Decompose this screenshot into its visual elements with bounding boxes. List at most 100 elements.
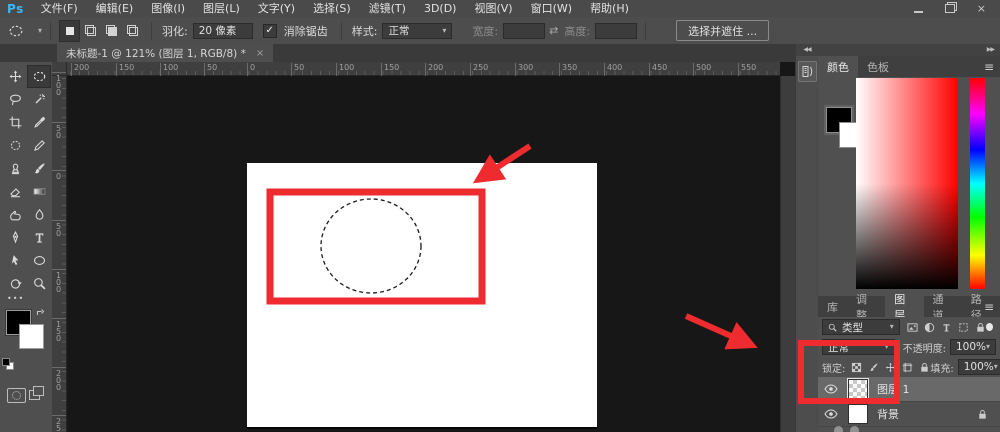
quick-mask-button[interactable] <box>7 388 26 403</box>
antialias-checkbox[interactable]: ✓ <box>263 24 277 38</box>
select-and-mask-button[interactable]: 选择并遮住 ... <box>676 20 769 41</box>
visibility-eye-icon[interactable] <box>824 383 844 395</box>
pen-tool[interactable] <box>4 227 26 248</box>
restore-button[interactable] <box>945 4 955 13</box>
gradient-tool[interactable] <box>28 181 50 202</box>
lock-position-button[interactable] <box>885 362 896 373</box>
visibility-eye-icon[interactable] <box>824 408 844 420</box>
menu-item-7[interactable]: 3D(D) <box>415 0 466 17</box>
vertical-ruler[interactable]: 10050050100150200250 <box>52 76 67 432</box>
panel-menu-icon[interactable]: ≡ <box>984 296 994 317</box>
layer-thumbnail[interactable] <box>848 379 868 399</box>
lock-all-button[interactable] <box>919 362 930 373</box>
default-colors-icon[interactable] <box>1 358 13 369</box>
selection-mode-buttons <box>59 21 143 41</box>
footer-icon[interactable] <box>850 426 859 432</box>
minimize-button[interactable] <box>914 11 923 13</box>
ruler-label: 150 <box>119 63 134 72</box>
type-tool[interactable] <box>28 227 50 248</box>
shape-layers-filter-icon[interactable] <box>958 322 969 333</box>
filter-toggle[interactable] <box>986 323 993 331</box>
lock-transparent-pixels-button[interactable] <box>851 362 862 373</box>
add-to-selection-button[interactable] <box>81 21 100 41</box>
saturation-brightness-picker[interactable] <box>856 78 958 289</box>
menu-item-6[interactable]: 滤镜(T) <box>360 0 415 17</box>
ruler-label: 400 <box>607 63 622 72</box>
height-input[interactable] <box>595 23 637 39</box>
panel-menu-icon[interactable]: ≡ <box>984 56 994 77</box>
pixel-layers-filter-icon[interactable] <box>907 322 918 333</box>
layer-row-0[interactable]: 图层 1 <box>818 377 1000 402</box>
feather-input[interactable] <box>193 23 253 39</box>
menu-item-0[interactable]: 文件(F) <box>32 0 87 17</box>
layers-tab-通道[interactable]: 通道 <box>924 296 962 317</box>
zoom-tool[interactable] <box>28 273 50 294</box>
style-select[interactable]: 正常 ▾ <box>382 23 452 39</box>
layer-filter-select[interactable]: 类型 ▾ <box>822 319 900 335</box>
eraser-tool[interactable] <box>4 181 26 202</box>
expand-panels-button[interactable]: ◀◀ <box>796 44 818 56</box>
path-selection-tool[interactable] <box>4 250 26 271</box>
layers-tab-路径[interactable]: 路径 <box>962 296 1000 317</box>
screen-mode-button[interactable] <box>29 386 45 400</box>
brush-tool[interactable] <box>28 158 50 179</box>
color-tab-颜色[interactable]: 颜色 <box>818 56 858 77</box>
width-input[interactable] <box>503 23 545 39</box>
collapse-panels-button[interactable]: ▶▶ <box>818 44 1000 56</box>
hue-slider[interactable] <box>970 78 985 289</box>
background-color-swatch[interactable] <box>19 324 44 349</box>
fill-field[interactable]: 100% ▾ <box>958 359 1000 375</box>
menu-item-5[interactable]: 选择(S) <box>304 0 360 17</box>
layers-tab-图层[interactable]: 图层 <box>885 296 923 317</box>
blur-tool[interactable] <box>28 204 50 225</box>
layer-thumbnail[interactable] <box>848 404 868 424</box>
swap-dimensions-icon[interactable]: ⇄ <box>549 24 558 37</box>
footer-icon[interactable] <box>834 426 843 432</box>
subtract-from-selection-button[interactable] <box>102 21 121 41</box>
history-panel-icon[interactable] <box>798 61 817 82</box>
menu-item-3[interactable]: 图层(L) <box>194 0 249 17</box>
menu-item-10[interactable]: 帮助(H) <box>581 0 638 17</box>
pencil-tool[interactable] <box>28 135 50 156</box>
edit-toolbar-icon[interactable]: ••• <box>7 294 24 303</box>
move-tool[interactable] <box>4 66 26 87</box>
clone-stamp-tool[interactable] <box>4 158 26 179</box>
rotate-view-tool[interactable] <box>4 273 26 294</box>
ruler-label: 0 <box>54 172 63 179</box>
blend-mode-select[interactable]: 正常 ▾ <box>822 339 895 355</box>
magic-wand-tool[interactable] <box>28 89 50 110</box>
lasso-tool[interactable] <box>4 89 26 110</box>
eyedropper-tool[interactable] <box>28 112 50 133</box>
smart-objects-filter-icon[interactable] <box>975 322 986 333</box>
intersect-selection-button[interactable] <box>123 21 142 41</box>
lock-artboard-button[interactable] <box>902 362 913 373</box>
document-tab[interactable]: 未标题-1 @ 121% (图层 1, RGB/8) * × <box>57 44 273 62</box>
type-layers-filter-icon[interactable] <box>941 322 952 333</box>
menu-item-8[interactable]: 视图(V) <box>465 0 521 17</box>
menu-item-9[interactable]: 窗口(W) <box>522 0 581 17</box>
new-selection-button[interactable] <box>60 21 79 41</box>
swap-colors-icon[interactable] <box>36 308 45 317</box>
shape-ellipse-tool[interactable] <box>28 250 50 271</box>
canvas[interactable] <box>247 163 597 429</box>
close-tab-icon[interactable]: × <box>256 48 264 59</box>
crop-tool[interactable] <box>4 112 26 133</box>
vertical-scrollbar[interactable] <box>780 76 795 432</box>
elliptical-marquee-tool[interactable] <box>28 66 50 87</box>
horizontal-ruler[interactable]: 2001501005005010015020025030035040045050… <box>67 62 780 76</box>
layers-tab-库[interactable]: 库 <box>818 296 847 317</box>
smudge-tool[interactable] <box>4 204 26 225</box>
menu-item-4[interactable]: 文字(Y) <box>249 0 304 17</box>
tool-preset-dropdown[interactable]: ▾ <box>8 24 42 38</box>
menu-item-2[interactable]: 图像(I) <box>142 0 194 17</box>
healing-brush-tool[interactable] <box>4 135 26 156</box>
layers-tab-调整[interactable]: 调整 <box>847 296 885 317</box>
color-swatches <box>6 310 46 356</box>
menu-item-1[interactable]: 编辑(E) <box>87 0 143 17</box>
opacity-field[interactable]: 100% ▾ <box>950 339 996 355</box>
close-button[interactable]: × <box>977 0 986 17</box>
color-tab-色板[interactable]: 色板 <box>858 56 898 77</box>
layer-row-1[interactable]: 背景 <box>818 402 1000 427</box>
adjustment-layers-filter-icon[interactable] <box>924 322 935 333</box>
lock-image-pixels-button[interactable] <box>868 362 879 373</box>
